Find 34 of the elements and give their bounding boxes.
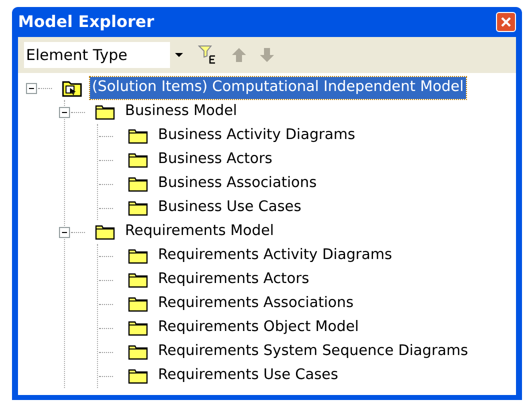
folder-icon bbox=[128, 368, 148, 384]
tree-item[interactable]: Requirements Associations bbox=[156, 293, 356, 315]
tree-item[interactable]: Requirements Use Cases bbox=[156, 365, 340, 387]
folder-icon bbox=[128, 152, 148, 168]
tree-item[interactable]: Business Associations bbox=[156, 173, 319, 195]
tree-item[interactable]: Business Activity Diagrams bbox=[156, 125, 358, 147]
tree-item[interactable]: Requirements Model bbox=[123, 221, 276, 243]
collapse-icon[interactable] bbox=[59, 226, 70, 238]
folder-icon bbox=[128, 248, 148, 264]
folder-icon bbox=[128, 272, 148, 288]
folder-icon bbox=[95, 104, 115, 120]
solution-folder-icon bbox=[62, 79, 82, 97]
tree-item[interactable]: Requirements Activity Diagrams bbox=[156, 245, 394, 267]
close-icon bbox=[501, 17, 511, 27]
tree-item[interactable]: Requirements System Sequence Diagrams bbox=[156, 341, 470, 363]
tree-item[interactable]: Requirements Actors bbox=[156, 269, 312, 291]
tree-item[interactable]: (Solution Items) Computational Independent Model bbox=[90, 77, 466, 99]
folder-icon bbox=[95, 224, 115, 240]
tree-item[interactable]: Business Actors bbox=[156, 149, 274, 171]
folder-icon bbox=[128, 200, 148, 216]
tree-item[interactable]: Business Use Cases bbox=[156, 197, 304, 219]
collapse-icon[interactable] bbox=[26, 82, 37, 94]
element-type-dropdown[interactable]: Element Type bbox=[24, 42, 188, 68]
folder-icon bbox=[128, 128, 148, 144]
folder-icon bbox=[128, 296, 148, 312]
tree-item[interactable]: Business Model bbox=[123, 101, 240, 123]
folder-icon bbox=[128, 176, 148, 192]
window-title: Model Explorer bbox=[18, 11, 154, 33]
folder-icon bbox=[128, 320, 148, 336]
collapse-icon[interactable] bbox=[59, 106, 70, 118]
close-button[interactable] bbox=[496, 12, 516, 32]
tree-item[interactable]: Requirements Object Model bbox=[156, 317, 361, 339]
caret-icon bbox=[175, 53, 183, 57]
folder-icon bbox=[128, 344, 148, 360]
